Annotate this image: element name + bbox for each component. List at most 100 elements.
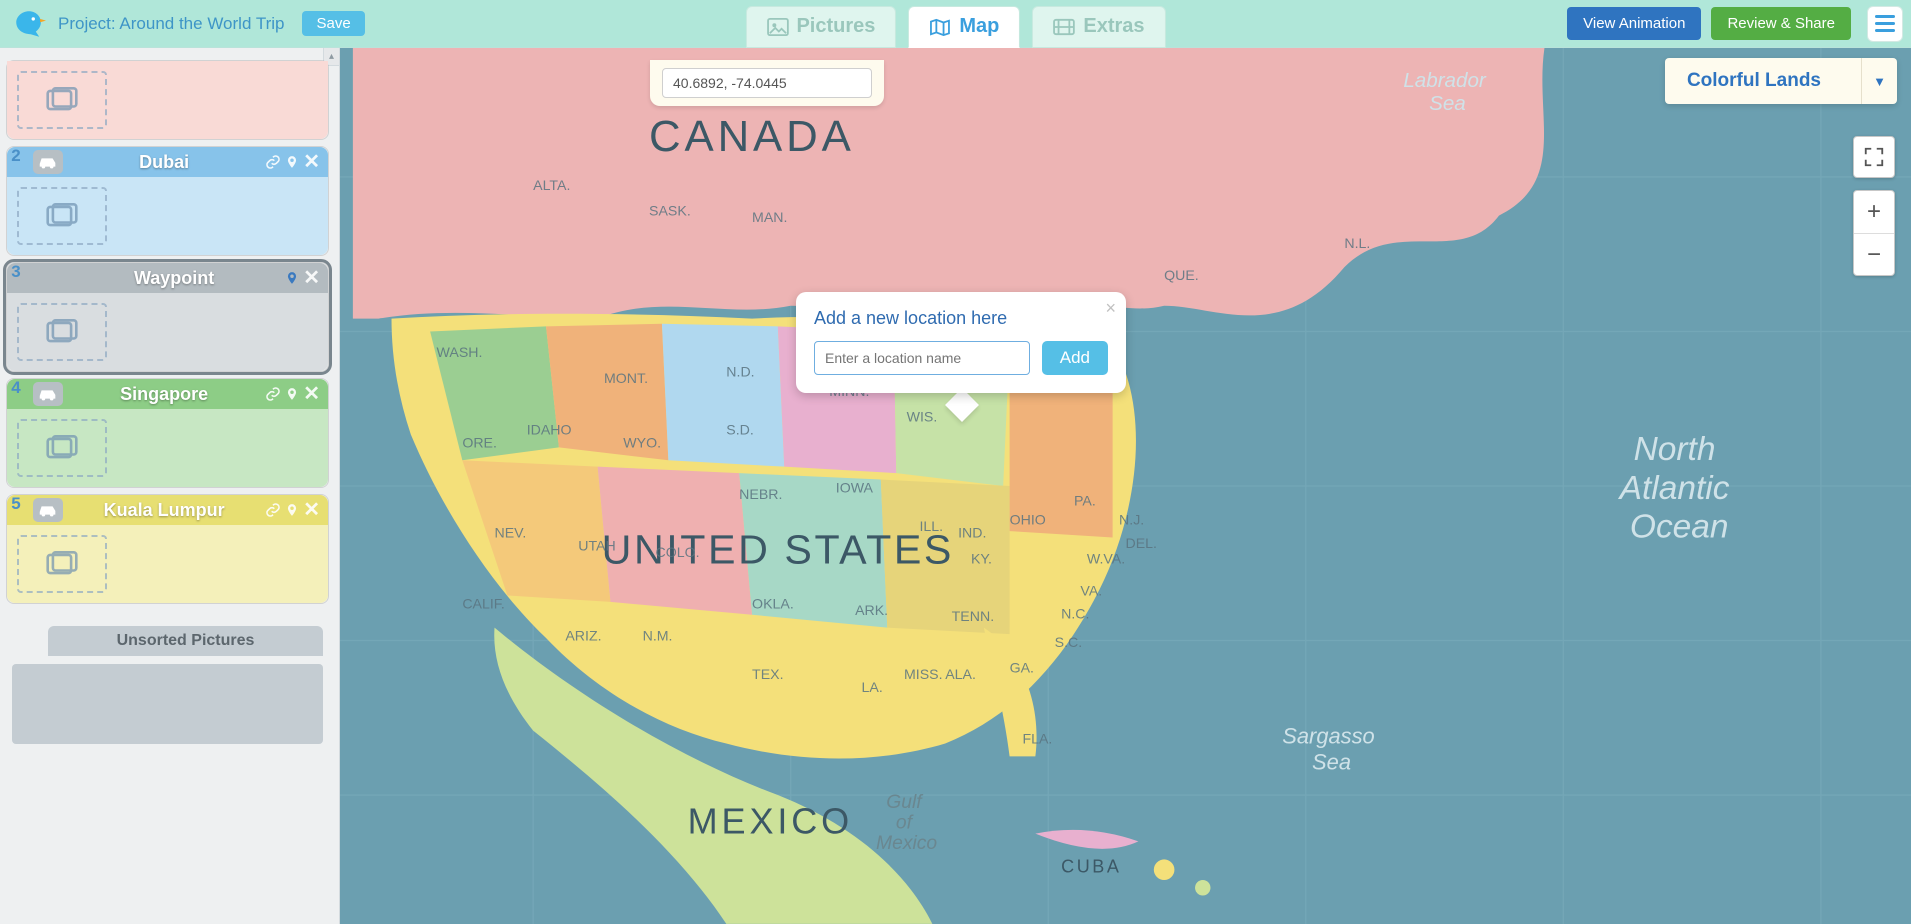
unsorted-pictures-dropzone[interactable] xyxy=(12,664,323,744)
transport-mode-icon[interactable] xyxy=(33,150,63,174)
delete-location-button[interactable]: ✕ xyxy=(303,384,320,404)
location-body[interactable] xyxy=(7,293,328,371)
svg-text:ALA.: ALA. xyxy=(945,667,976,683)
svg-text:MONT.: MONT. xyxy=(604,371,648,387)
pin-icon[interactable] xyxy=(285,269,299,287)
svg-text:WYO.: WYO. xyxy=(623,435,661,451)
topbar: Project: Around the World Trip Save Pict… xyxy=(0,0,1911,48)
svg-text:S.D.: S.D. xyxy=(726,422,754,438)
location-card[interactable] xyxy=(6,60,329,140)
picture-placeholder-icon xyxy=(45,87,79,113)
transport-mode-icon[interactable] xyxy=(33,498,63,522)
main-tabs: Pictures Map Extras xyxy=(745,0,1165,48)
picture-dropzone[interactable] xyxy=(17,419,107,477)
delete-location-button[interactable]: ✕ xyxy=(303,268,320,288)
delete-location-button[interactable]: ✕ xyxy=(303,152,320,172)
picture-placeholder-icon xyxy=(45,203,79,229)
location-header[interactable]: Singapore ✕ xyxy=(7,379,328,409)
location-actions: ✕ xyxy=(265,384,320,404)
map-style-name: Colorful Lands xyxy=(1665,58,1861,104)
pin-icon[interactable] xyxy=(285,501,299,519)
picture-dropzone[interactable] xyxy=(17,303,107,361)
svg-text:ALTA.: ALTA. xyxy=(533,178,570,194)
svg-text:MISS.: MISS. xyxy=(904,667,943,683)
location-body[interactable] xyxy=(7,409,328,487)
save-button[interactable]: Save xyxy=(302,11,364,36)
svg-text:IOWA: IOWA xyxy=(836,480,874,496)
svg-text:LA.: LA. xyxy=(862,680,883,696)
zoom-controls: + − xyxy=(1853,190,1895,276)
svg-text:N.M.: N.M. xyxy=(643,629,673,645)
svg-text:MAN.: MAN. xyxy=(752,210,787,226)
link-icon[interactable] xyxy=(265,502,281,518)
review-share-button[interactable]: Review & Share xyxy=(1711,7,1851,40)
svg-text:S.C.: S.C. xyxy=(1055,635,1083,651)
pin-icon[interactable] xyxy=(285,153,299,171)
svg-text:North Atlantic: North Atlantic Ocean xyxy=(1618,431,1739,545)
popup-title: Add a new location here xyxy=(814,308,1108,329)
transport-mode-icon[interactable] xyxy=(33,382,63,406)
svg-text:DEL.: DEL. xyxy=(1126,536,1157,552)
location-body[interactable] xyxy=(7,61,328,139)
svg-text:COLO.: COLO. xyxy=(655,545,699,561)
svg-text:WIS.: WIS. xyxy=(907,410,938,426)
hamburger-menu-button[interactable] xyxy=(1867,6,1903,42)
svg-text:QUE.: QUE. xyxy=(1164,268,1199,284)
svg-text:N.L.: N.L. xyxy=(1344,236,1370,252)
unsorted-pictures-header[interactable]: Unsorted Pictures xyxy=(48,626,323,656)
svg-text:IND.: IND. xyxy=(958,526,986,542)
location-body[interactable] xyxy=(7,177,328,255)
map-icon xyxy=(929,18,951,36)
tab-pictures[interactable]: Pictures xyxy=(745,6,896,48)
zoom-in-button[interactable]: + xyxy=(1854,191,1894,233)
fit-to-screen-button[interactable] xyxy=(1853,136,1895,178)
location-header[interactable]: Kuala Lumpur ✕ xyxy=(7,495,328,525)
location-body[interactable] xyxy=(7,525,328,603)
map-canvas[interactable]: CANADA UNITED STATES MEXICO CUBA North A… xyxy=(340,48,1911,924)
view-animation-button[interactable]: View Animation xyxy=(1567,7,1701,40)
zoom-out-button[interactable]: − xyxy=(1854,233,1894,275)
svg-text:TEX.: TEX. xyxy=(752,667,783,683)
link-icon[interactable] xyxy=(265,386,281,402)
project-title: Project: Around the World Trip xyxy=(58,14,284,34)
popup-close-button[interactable]: × xyxy=(1105,298,1116,319)
map-svg: CANADA UNITED STATES MEXICO CUBA North A… xyxy=(340,48,1911,924)
location-actions: ✕ xyxy=(285,268,320,288)
location-title: Dubai xyxy=(69,152,259,173)
delete-location-button[interactable]: ✕ xyxy=(303,500,320,520)
coord-search-bar xyxy=(650,60,884,106)
coord-input[interactable] xyxy=(662,68,872,98)
location-header[interactable]: Waypoint ✕ xyxy=(7,263,328,293)
map-style-dropdown-icon[interactable]: ▼ xyxy=(1861,58,1897,104)
svg-text:N.J.: N.J. xyxy=(1119,513,1144,529)
location-card[interactable]: 5 Kuala Lumpur ✕ xyxy=(6,494,329,604)
location-card[interactable]: 2 Dubai ✕ xyxy=(6,146,329,256)
location-number: 5 xyxy=(5,493,27,515)
svg-text:ILL.: ILL. xyxy=(919,519,943,535)
pin-icon[interactable] xyxy=(285,385,299,403)
add-location-button[interactable]: Add xyxy=(1042,341,1108,375)
app-logo-bird-icon xyxy=(12,7,46,41)
tab-map-label: Map xyxy=(959,15,999,38)
svg-text:ORE.: ORE. xyxy=(462,435,497,451)
tab-extras[interactable]: Extras xyxy=(1032,6,1165,48)
svg-text:W.VA.: W.VA. xyxy=(1087,551,1125,567)
location-card[interactable]: 3 Waypoint ✕ xyxy=(6,262,329,372)
picture-dropzone[interactable] xyxy=(17,187,107,245)
location-header[interactable]: Dubai ✕ xyxy=(7,147,328,177)
location-title: Singapore xyxy=(69,384,259,405)
picture-placeholder-icon xyxy=(45,319,79,345)
svg-text:SASK.: SASK. xyxy=(649,204,691,220)
map-style-selector[interactable]: Colorful Lands ▼ xyxy=(1665,58,1897,104)
svg-text:CUBA: CUBA xyxy=(1061,856,1121,876)
tab-map[interactable]: Map xyxy=(908,6,1020,48)
location-card[interactable]: 4 Singapore ✕ xyxy=(6,378,329,488)
map-label-mexico: MEXICO xyxy=(688,801,853,842)
svg-text:PA.: PA. xyxy=(1074,493,1096,509)
location-name-input[interactable] xyxy=(814,341,1030,375)
svg-text:CALIF.: CALIF. xyxy=(462,596,504,612)
picture-dropzone[interactable] xyxy=(17,535,107,593)
picture-dropzone[interactable] xyxy=(17,71,107,129)
pictures-icon xyxy=(766,18,788,36)
link-icon[interactable] xyxy=(265,154,281,170)
